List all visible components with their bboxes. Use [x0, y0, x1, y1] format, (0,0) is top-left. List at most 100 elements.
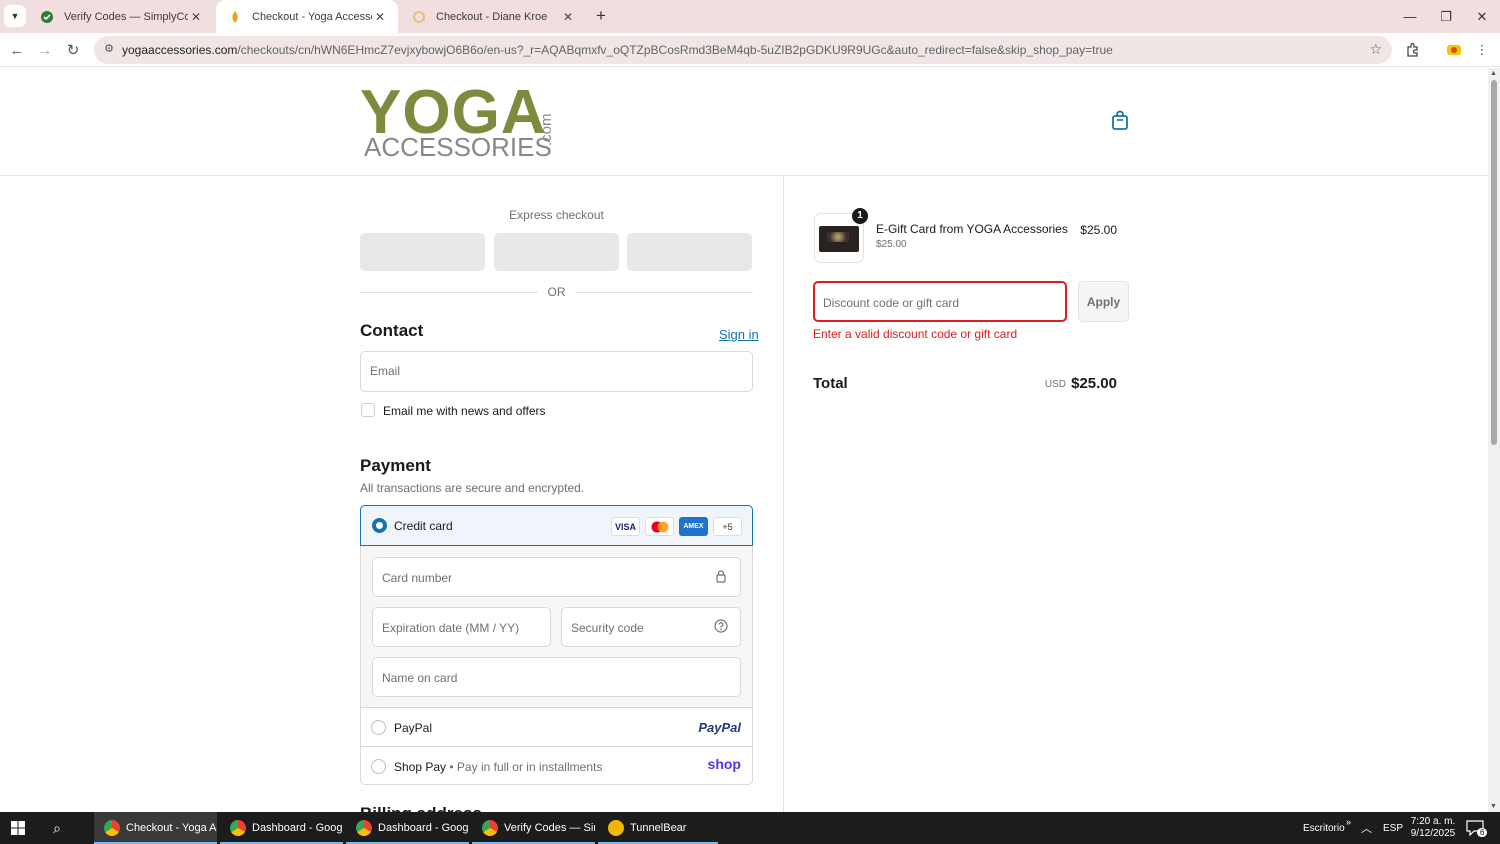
back-button[interactable]: ←	[5, 38, 29, 62]
chrome-icon	[482, 820, 498, 836]
taskbar-app-checkout[interactable]: Checkout - Yoga A...	[94, 812, 217, 844]
email-field[interactable]: Email	[360, 351, 753, 392]
chevron-down-icon: ▼	[10, 11, 20, 21]
taskbar-app-dashboard-1[interactable]: Dashboard - Googl...	[220, 812, 343, 844]
express-pay-button-2[interactable]	[494, 233, 619, 271]
more-cards-badge: +5	[713, 517, 742, 536]
mastercard-icon	[645, 517, 674, 536]
chrome-icon	[230, 820, 246, 836]
item-name: E-Gift Card from YOGA Accessories	[876, 222, 1068, 236]
logo-accessories: ACCESSORIES	[364, 132, 552, 162]
minimize-button[interactable]: —	[1392, 0, 1428, 33]
item-variant-price: $25.00	[876, 239, 907, 250]
taskbar-app-verify-codes[interactable]: Verify Codes — Sim...	[472, 812, 595, 844]
amex-icon: AMEX	[679, 517, 708, 536]
taskbar-app-label: Checkout - Yoga A...	[126, 822, 217, 834]
restore-button[interactable]: ❐	[1428, 0, 1464, 33]
total-amount: $25.00	[1071, 375, 1117, 392]
total-currency: USD	[1044, 379, 1066, 390]
tunnelbear-icon	[608, 820, 624, 836]
order-summary-panel	[783, 176, 1488, 812]
shop-pay-option[interactable]: Shop Pay • Pay in full or in installment…	[360, 746, 753, 785]
site-info-icon[interactable]: ⚙	[101, 42, 117, 58]
express-pay-button-3[interactable]	[627, 233, 752, 271]
store-logo[interactable]: YOGA ACCESSORIES .com	[360, 78, 560, 164]
help-icon[interactable]	[714, 619, 728, 633]
billing-address-heading: Billing address	[360, 804, 482, 812]
expiration-placeholder: Expiration date (MM / YY)	[382, 621, 520, 635]
shopping-bag-icon[interactable]	[1110, 110, 1130, 132]
shop-pay-name: Shop Pay	[394, 760, 447, 774]
credit-card-option[interactable]: Credit card VISA AMEX +5	[360, 505, 753, 546]
browser-toolbar: ← → ↻ ⚙ yogaaccessories.com/checkouts/cn…	[0, 33, 1500, 67]
desktop-toolbar-label[interactable]: Escritorio	[1303, 812, 1345, 844]
card-number-placeholder: Card number	[382, 571, 453, 585]
bookmark-star-icon[interactable]: ☆	[1369, 41, 1382, 58]
tab-title: Checkout - Yoga Accessories	[252, 10, 372, 23]
reload-button[interactable]: ↻	[61, 38, 85, 62]
clock[interactable]: 7:20 a. m. 9/12/2025	[1408, 812, 1458, 844]
tab-diane-kroe[interactable]: Checkout - Diane Kroe ✕	[400, 0, 586, 33]
input-language[interactable]: ESP	[1383, 812, 1403, 844]
paypal-logo: PayPal	[698, 720, 741, 735]
address-bar[interactable]: ⚙ yogaaccessories.com/checkouts/cn/hWN6E…	[94, 36, 1392, 64]
security-code-placeholder: Security code	[571, 621, 644, 635]
scroll-up-icon[interactable]: ▲	[1490, 70, 1497, 77]
or-text: OR	[547, 285, 566, 299]
shop-pay-subtext: • Pay in full or in installments	[449, 760, 603, 774]
credit-card-radio[interactable]	[372, 518, 387, 533]
arrow-right-icon: →	[37, 41, 53, 59]
paypal-radio[interactable]	[371, 720, 386, 735]
page-scrollbar[interactable]: ▲ ▼	[1488, 68, 1500, 812]
new-tab-button[interactable]: +	[590, 5, 612, 27]
simplycodes-icon	[40, 10, 54, 24]
windows-taskbar: ⌕ Checkout - Yoga A... Dashboard - Googl…	[0, 812, 1500, 844]
extensions-icon[interactable]	[1403, 40, 1423, 60]
url-text[interactable]: yogaaccessories.com/checkouts/cn/hWN6EHm…	[122, 43, 1113, 57]
page-header: YOGA ACCESSORIES .com	[0, 68, 1488, 176]
tab-title: Verify Codes — SimplyCodes	[64, 10, 188, 23]
discount-code-field[interactable]: Discount code or gift card	[813, 281, 1067, 322]
newsletter-checkbox[interactable]	[361, 403, 375, 417]
tab-strip: ▼ Verify Codes — SimplyCodes ✕ Checkout …	[0, 0, 1500, 33]
windows-start-icon[interactable]	[0, 812, 36, 844]
scroll-down-icon[interactable]: ▼	[1490, 803, 1497, 810]
express-checkout-label: Express checkout	[509, 208, 604, 222]
visa-icon: VISA	[611, 517, 640, 536]
tab-yoga-checkout[interactable]: Checkout - Yoga Accessories ✕	[216, 0, 398, 33]
taskbar-app-tunnelbear[interactable]: TunnelBear	[598, 812, 718, 844]
close-icon[interactable]: ✕	[560, 10, 576, 24]
search-icon[interactable]: ⌕	[40, 812, 74, 844]
show-hidden-icons-icon[interactable]: ︿	[1361, 812, 1372, 844]
shop-pay-radio[interactable]	[371, 759, 386, 774]
paypal-option[interactable]: PayPal PayPal	[360, 707, 753, 746]
profile-icon[interactable]	[1444, 40, 1464, 60]
newsletter-label: Email me with news and offers	[383, 404, 546, 418]
express-pay-button-1[interactable]	[360, 233, 485, 271]
close-window-button[interactable]: ✕	[1464, 0, 1500, 33]
payment-subtitle: All transactions are secure and encrypte…	[360, 481, 585, 495]
menu-kebab-icon[interactable]: ⋮	[1472, 40, 1492, 60]
toolbar-overflow-icon[interactable]: »	[1346, 806, 1351, 838]
credit-card-fields: Card number Expiration date (MM / YY) Se…	[361, 546, 752, 707]
taskbar-app-label: Verify Codes — Sim...	[504, 822, 595, 834]
scrollbar-thumb[interactable]	[1491, 80, 1497, 445]
tab-search-button[interactable]: ▼	[4, 5, 26, 27]
tab-simplycodes[interactable]: Verify Codes — SimplyCodes ✕	[28, 0, 214, 33]
reload-icon: ↻	[66, 42, 80, 59]
sign-in-link[interactable]: Sign in	[719, 327, 759, 342]
taskbar-app-dashboard-2[interactable]: Dashboard - Googl...	[346, 812, 469, 844]
name-on-card-field[interactable]: Name on card	[372, 657, 741, 697]
gift-card-image	[819, 226, 859, 252]
apply-button[interactable]: Apply	[1078, 281, 1129, 322]
close-icon[interactable]: ✕	[372, 10, 388, 24]
notifications-icon[interactable]: 6	[1466, 812, 1488, 844]
expiration-date-field[interactable]: Expiration date (MM / YY)	[372, 607, 551, 647]
forward-button[interactable]: →	[33, 38, 57, 62]
chrome-icon	[356, 820, 372, 836]
card-number-field[interactable]: Card number	[372, 557, 741, 597]
close-icon[interactable]: ✕	[188, 10, 204, 24]
security-code-field[interactable]: Security code	[561, 607, 741, 647]
name-on-card-placeholder: Name on card	[382, 671, 458, 685]
payment-heading: Payment	[360, 456, 431, 475]
